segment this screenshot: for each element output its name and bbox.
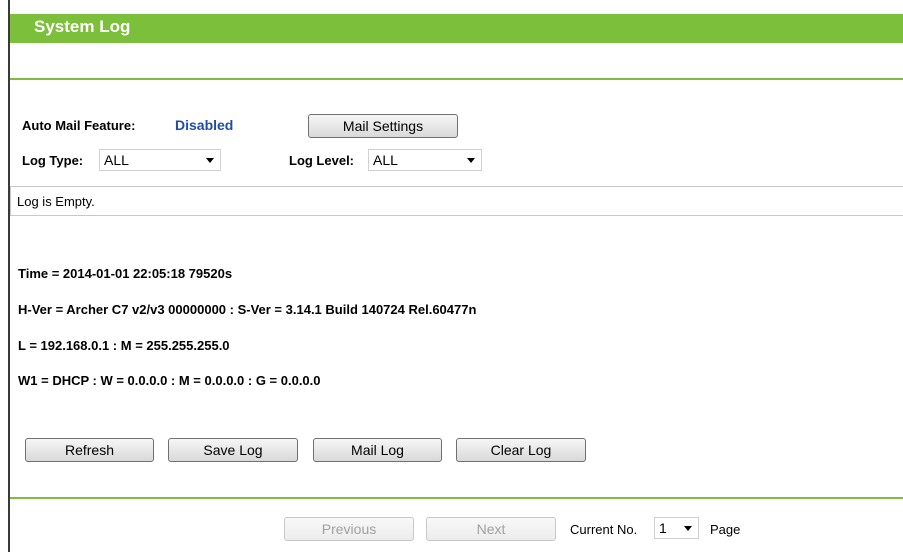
system-time: Time = 2014-01-01 22:05:18 79520s <box>18 266 233 281</box>
log-level-select[interactable]: ALL <box>368 149 482 171</box>
lan-info: L = 192.168.0.1 : M = 255.255.255.0 <box>18 338 230 353</box>
previous-button[interactable]: Previous <box>284 517 414 541</box>
mail-log-button[interactable]: Mail Log <box>313 438 442 462</box>
auto-mail-status: Disabled <box>175 117 234 133</box>
log-level-label: Log Level: <box>289 153 355 168</box>
chevron-down-icon <box>684 526 692 531</box>
version-info: H-Ver = Archer C7 v2/v3 00000000 : S-Ver… <box>18 302 477 317</box>
chevron-down-icon <box>467 158 475 163</box>
next-button[interactable]: Next <box>426 517 556 541</box>
log-type-value: ALL <box>104 152 129 168</box>
log-message: Log is Empty. <box>17 194 95 209</box>
log-level-value: ALL <box>373 152 398 168</box>
auto-mail-label: Auto Mail Feature: <box>22 118 136 133</box>
current-no-label: Current No. <box>570 522 638 537</box>
title-bar: System Log <box>10 14 903 43</box>
log-type-label: Log Type: <box>22 153 84 168</box>
divider-bottom <box>10 497 903 499</box>
divider-top <box>10 78 903 80</box>
wan-info: W1 = DHCP : W = 0.0.0.0 : M = 0.0.0.0 : … <box>18 373 321 388</box>
mail-settings-button[interactable]: Mail Settings <box>308 114 458 138</box>
log-type-select[interactable]: ALL <box>99 149 221 171</box>
log-area: Log is Empty. <box>10 186 903 216</box>
page-select-value: 1 <box>659 520 667 536</box>
page-select[interactable]: 1 <box>654 517 699 539</box>
clear-log-button[interactable]: Clear Log <box>456 438 586 462</box>
page-title: System Log <box>34 17 131 36</box>
chevron-down-icon <box>206 158 214 163</box>
page-label: Page <box>710 522 741 537</box>
refresh-button[interactable]: Refresh <box>25 438 154 462</box>
save-log-button[interactable]: Save Log <box>168 438 298 462</box>
